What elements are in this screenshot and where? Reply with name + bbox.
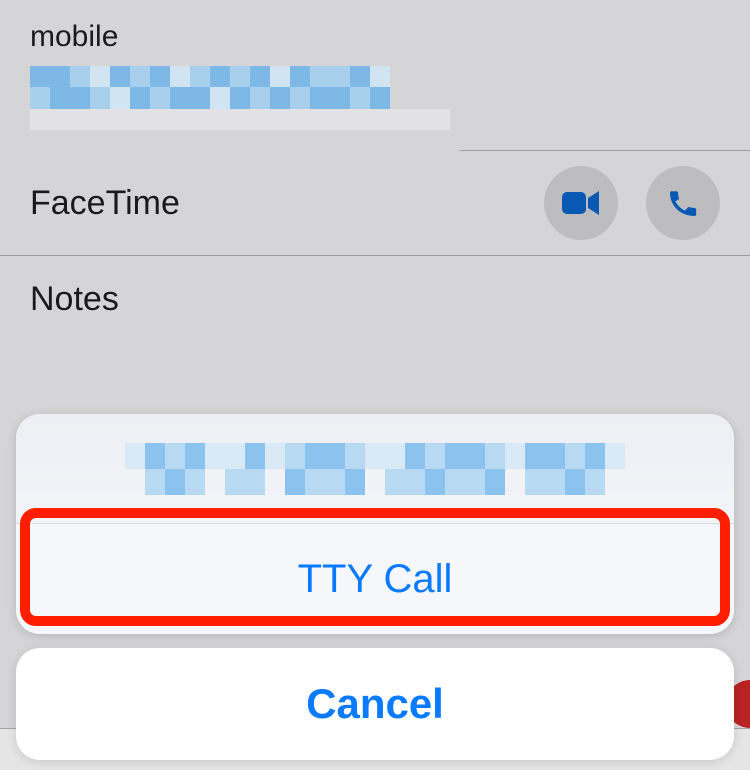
action-sheet-title-redacted bbox=[16, 414, 734, 524]
facetime-video-button[interactable] bbox=[544, 166, 618, 240]
mobile-label: mobile bbox=[30, 10, 750, 60]
notes-label: Notes bbox=[30, 280, 750, 319]
tty-call-button[interactable]: TTY Call bbox=[16, 524, 734, 634]
facetime-audio-button[interactable] bbox=[646, 166, 720, 240]
facetime-label: FaceTime bbox=[30, 184, 516, 223]
facetime-row: FaceTime bbox=[30, 151, 750, 255]
action-sheet: TTY Call Cancel bbox=[16, 414, 734, 760]
phone-icon bbox=[666, 186, 700, 220]
mobile-row[interactable]: mobile bbox=[30, 0, 750, 150]
mobile-number-redacted bbox=[30, 66, 470, 130]
notes-row[interactable]: Notes bbox=[30, 256, 750, 359]
video-icon bbox=[562, 190, 600, 216]
cancel-button[interactable]: Cancel bbox=[16, 648, 734, 760]
action-sheet-group: TTY Call bbox=[16, 414, 734, 634]
contact-detail-background: mobile FaceTime bbox=[30, 0, 750, 359]
